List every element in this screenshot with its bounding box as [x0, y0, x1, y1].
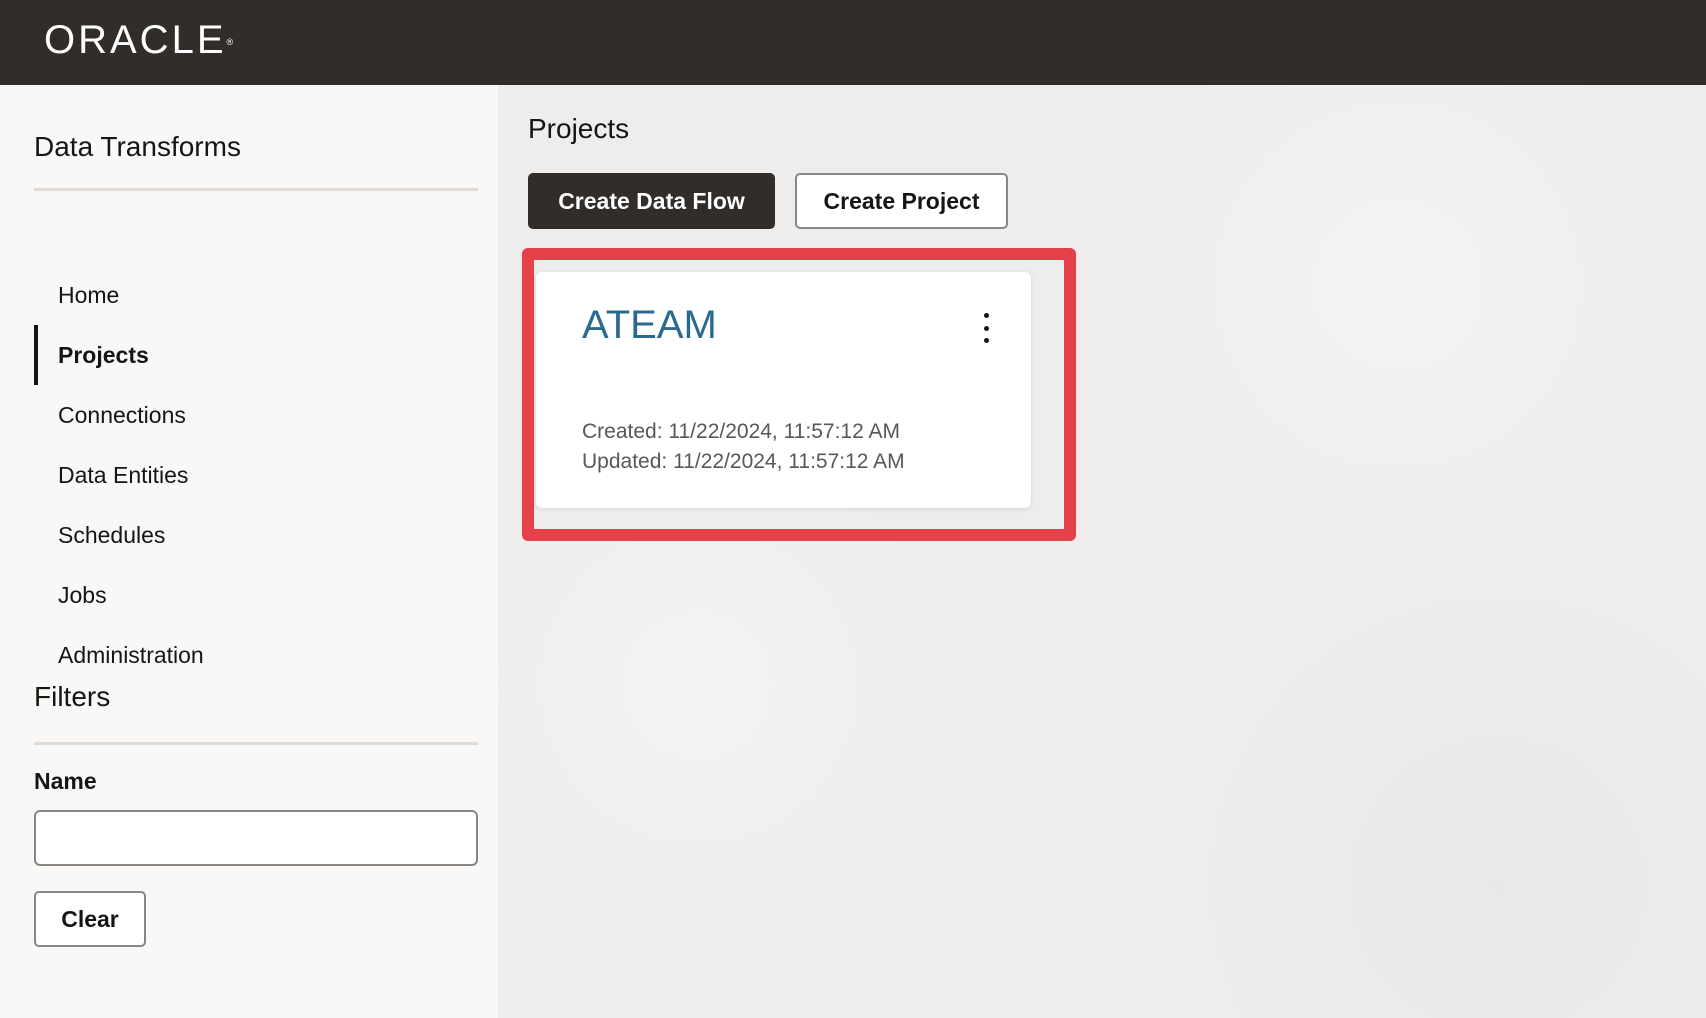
clear-filters-button[interactable]: Clear [34, 891, 146, 947]
kebab-dot [983, 325, 989, 331]
sidebar: Data Transforms Home Projects Connection… [0, 85, 498, 1018]
filters-title: Filters [34, 681, 111, 712]
logo-text: ORACLE [44, 18, 227, 62]
sidebar-item-administration[interactable]: Administration [34, 625, 478, 685]
page-title: Projects [528, 113, 630, 144]
kebab-dot [983, 338, 989, 343]
sidebar-item-home[interactable]: Home [34, 265, 478, 325]
sidebar-item-jobs[interactable]: Jobs [34, 565, 478, 625]
sidebar-item-schedules[interactable]: Schedules [34, 505, 478, 565]
project-card[interactable]: ATEAM Created: 11/22/2024, 11:57:12 AM U… [536, 272, 1031, 508]
create-project-button[interactable]: Create Project [795, 173, 1008, 229]
sidebar-item-data-entities[interactable]: Data Entities [34, 445, 478, 505]
kebab-menu-icon[interactable] [978, 310, 994, 346]
project-updated-date: Updated: 11/22/2024, 11:57:12 AM [582, 450, 905, 473]
oracle-logo[interactable]: ORACLE® [44, 20, 233, 60]
kebab-dot [983, 313, 989, 318]
sidebar-item-projects[interactable]: Projects [34, 325, 478, 385]
top-header-bar: ORACLE® [0, 0, 1706, 85]
registered-mark: ® [226, 37, 234, 47]
project-name-link[interactable]: ATEAM [582, 302, 717, 348]
sidebar-divider [34, 188, 478, 191]
name-filter-input[interactable] [34, 810, 478, 866]
project-created-date: Created: 11/22/2024, 11:57:12 AM [582, 420, 900, 443]
sidebar-item-connections[interactable]: Connections [34, 385, 478, 445]
name-filter-label: Name [34, 768, 97, 794]
main-content: Projects Create Data Flow Create Project… [498, 85, 1706, 1018]
sidebar-title: Data Transforms [34, 131, 241, 162]
filters-divider [34, 742, 478, 745]
sidebar-nav: Home Projects Connections Data Entities … [34, 265, 478, 685]
create-data-flow-button[interactable]: Create Data Flow [528, 173, 775, 229]
